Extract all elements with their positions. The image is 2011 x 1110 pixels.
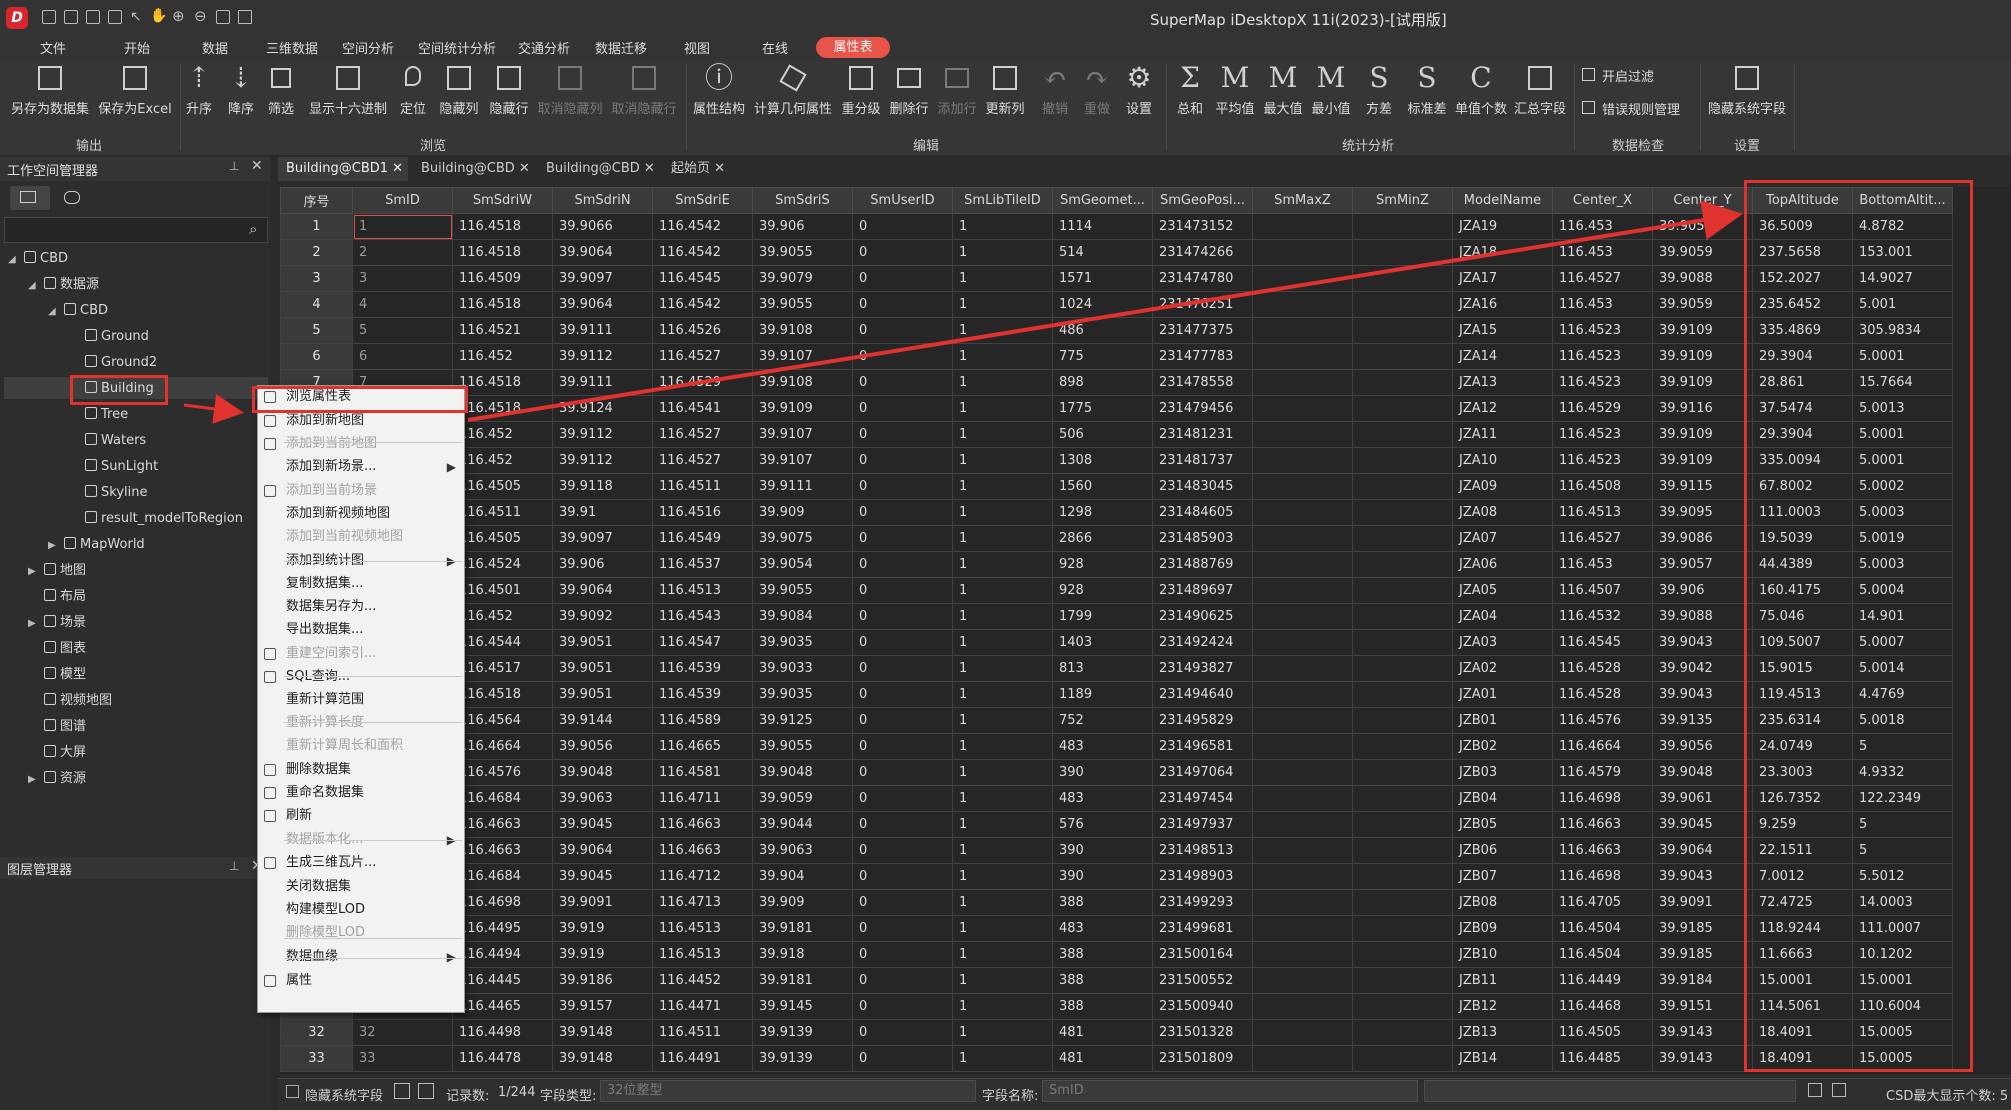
annotation-arrow-short <box>183 394 244 424</box>
annotation-arrows <box>183 200 1743 424</box>
annotation-arrow-long <box>467 200 1743 422</box>
